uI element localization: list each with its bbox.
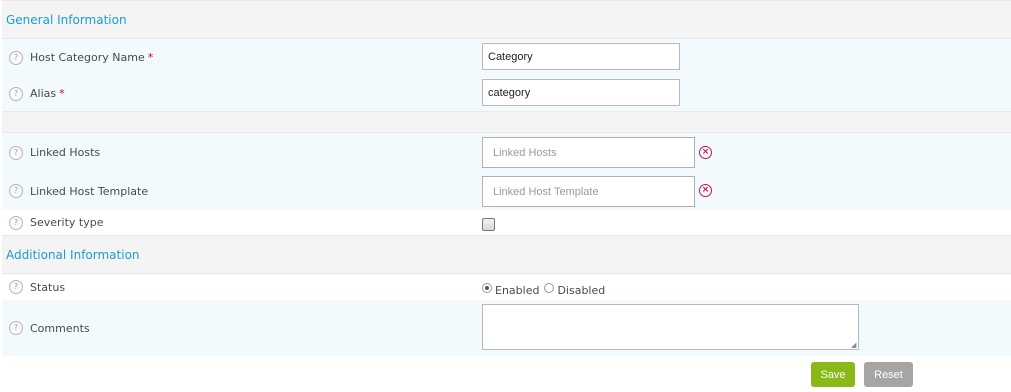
required-asterisk: *: [59, 87, 65, 100]
status-radio-group: Enabled Disabled: [482, 278, 605, 297]
status-disabled-label[interactable]: Disabled: [557, 284, 605, 297]
row-status: ? Status Enabled Disabled: [2, 274, 1011, 300]
row-linked-hosts: ? Linked Hosts Linked Hosts ×: [2, 133, 1011, 172]
linked-hosts-select[interactable]: Linked Hosts: [482, 137, 695, 168]
help-icon[interactable]: ?: [9, 280, 23, 294]
linked-host-template-text: Linked Host Template: [30, 184, 149, 198]
host-category-name-text: Host Category Name: [30, 51, 145, 64]
comments-label: ? Comments: [9, 300, 90, 356]
clear-linked-host-template-icon[interactable]: ×: [699, 184, 712, 197]
required-asterisk: *: [147, 51, 154, 64]
alias-text: Alias: [30, 87, 57, 100]
row-linked-host-template: ? Linked Host Template Linked Host Templ…: [2, 172, 1011, 210]
help-icon[interactable]: ?: [9, 86, 23, 101]
severity-type-text: Severity type: [30, 216, 104, 229]
severity-type-checkbox[interactable]: [482, 218, 495, 231]
clear-linked-hosts-icon[interactable]: ×: [699, 146, 712, 159]
row-comments: ? Comments ◢: [2, 300, 1011, 356]
linked-hosts-text: Linked Hosts: [30, 146, 101, 159]
status-text: Status: [30, 280, 66, 294]
comments-text: Comments: [30, 321, 90, 335]
reset-button[interactable]: Reset: [864, 362, 913, 387]
help-icon[interactable]: ?: [9, 145, 23, 160]
status-label: ? Status: [9, 274, 65, 300]
help-icon[interactable]: ?: [9, 321, 23, 335]
general-information-header: General Information: [2, 0, 1011, 39]
general-information-title: General Information: [6, 12, 127, 27]
comments-textarea[interactable]: [482, 304, 859, 350]
save-button[interactable]: Save: [811, 362, 855, 387]
alias-label: ? Alias *: [9, 76, 65, 111]
status-disabled-radio[interactable]: [544, 282, 555, 293]
linked-host-template-select[interactable]: Linked Host Template: [482, 176, 695, 207]
linked-host-template-label: ? Linked Host Template: [9, 172, 148, 210]
additional-information-header: Additional Information: [2, 235, 1011, 274]
alias-input[interactable]: category: [482, 79, 680, 106]
row-alias: ? Alias * category: [2, 76, 1011, 111]
row-severity-type: ? Severity type: [2, 210, 1011, 235]
row-host-category-name: ? Host Category Name * Category: [2, 39, 1011, 76]
status-enabled-radio[interactable]: [482, 282, 492, 293]
help-icon[interactable]: ?: [9, 215, 23, 230]
help-icon[interactable]: ?: [9, 184, 23, 198]
host-category-name-input[interactable]: Category: [482, 43, 680, 70]
resize-handle-icon[interactable]: ◢: [851, 341, 856, 349]
additional-information-title: Additional Information: [6, 247, 140, 262]
relations-header: [2, 111, 1011, 133]
status-enabled-label[interactable]: Enabled: [495, 284, 539, 297]
severity-type-label: ? Severity type: [9, 210, 104, 235]
help-icon[interactable]: ?: [9, 50, 23, 65]
host-category-name-label: ? Host Category Name *: [9, 39, 153, 76]
linked-hosts-label: ? Linked Hosts: [9, 133, 100, 172]
